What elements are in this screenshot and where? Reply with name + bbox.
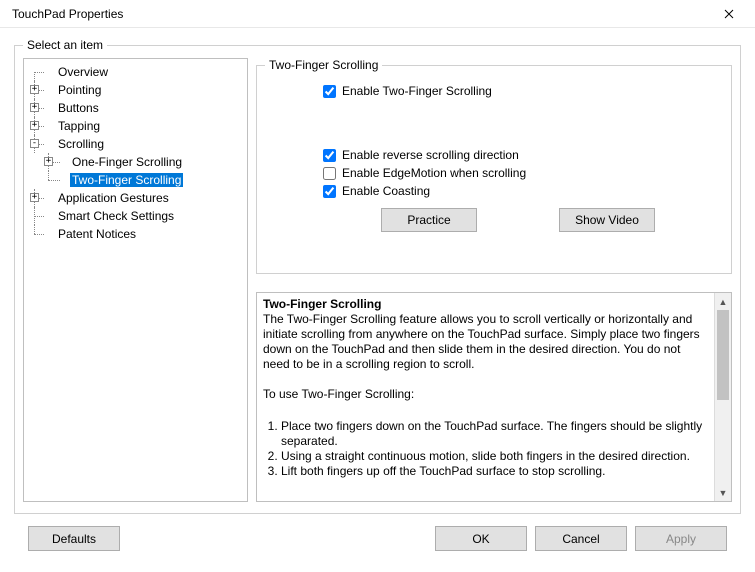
- close-icon: [724, 9, 734, 19]
- titlebar: TouchPad Properties: [0, 0, 755, 28]
- enable-two-finger-label: Enable Two-Finger Scrolling: [342, 84, 492, 98]
- tree-item[interactable]: Two-Finger Scrolling: [26, 171, 245, 189]
- tree-item-label[interactable]: Application Gestures: [56, 191, 171, 205]
- tree-item-label[interactable]: Patent Notices: [56, 227, 138, 241]
- edgemotion-input[interactable]: [323, 167, 336, 180]
- defaults-button[interactable]: Defaults: [28, 526, 120, 551]
- tree-item[interactable]: + Buttons: [26, 99, 245, 117]
- window-title: TouchPad Properties: [12, 7, 123, 21]
- description-step: Place two fingers down on the TouchPad s…: [281, 419, 708, 449]
- item-tree[interactable]: Overview + Pointing + Buttons + Tapping - Scroll…: [23, 58, 248, 502]
- description-intro: The Two-Finger Scrolling feature allows …: [263, 312, 708, 372]
- tree-item-label[interactable]: Buttons: [56, 101, 101, 115]
- dialog-button-bar: Defaults OK Cancel Apply: [14, 524, 741, 551]
- show-video-button[interactable]: Show Video: [559, 208, 655, 232]
- collapse-icon[interactable]: -: [30, 139, 39, 148]
- tree-item[interactable]: + Application Gestures: [26, 189, 245, 207]
- close-button[interactable]: [709, 2, 749, 26]
- practice-button[interactable]: Practice: [381, 208, 477, 232]
- description-howto-heading: To use Two-Finger Scrolling:: [263, 387, 708, 402]
- tree-item[interactable]: Patent Notices: [26, 225, 245, 243]
- description-step: Lift both fingers up off the TouchPad su…: [281, 464, 708, 479]
- tree-item[interactable]: - Scrolling: [26, 135, 245, 153]
- reverse-scrolling-label: Enable reverse scrolling direction: [342, 148, 519, 162]
- tree-item[interactable]: Overview: [26, 63, 245, 81]
- enable-two-finger-checkbox[interactable]: Enable Two-Finger Scrolling: [323, 84, 713, 98]
- tree-item-label[interactable]: Pointing: [56, 83, 103, 97]
- edgemotion-label: Enable EdgeMotion when scrolling: [342, 166, 526, 180]
- scroll-thumb[interactable]: [717, 310, 729, 400]
- expand-icon[interactable]: +: [44, 157, 53, 166]
- reverse-scrolling-input[interactable]: [323, 149, 336, 162]
- reverse-scrolling-checkbox[interactable]: Enable reverse scrolling direction: [323, 148, 713, 162]
- description-steps: Place two fingers down on the TouchPad s…: [263, 419, 708, 479]
- settings-legend: Two-Finger Scrolling: [265, 58, 382, 72]
- tree-item[interactable]: + Pointing: [26, 81, 245, 99]
- description-title: Two-Finger Scrolling: [263, 297, 708, 312]
- select-item-group: Select an item Overview + Pointing + Buttons…: [14, 38, 741, 514]
- tree-item-label[interactable]: One-Finger Scrolling: [70, 155, 184, 169]
- cancel-button[interactable]: Cancel: [535, 526, 627, 551]
- settings-group: Two-Finger Scrolling Enable Two-Finger S…: [256, 58, 732, 274]
- scroll-track[interactable]: [715, 310, 731, 484]
- tree-item[interactable]: Smart Check Settings: [26, 207, 245, 225]
- edgemotion-checkbox[interactable]: Enable EdgeMotion when scrolling: [323, 166, 713, 180]
- tree-item[interactable]: + One-Finger Scrolling: [26, 153, 245, 171]
- scroll-down-arrow-icon[interactable]: ▼: [715, 484, 731, 501]
- coasting-input[interactable]: [323, 185, 336, 198]
- enable-two-finger-input[interactable]: [323, 85, 336, 98]
- tree-item-label[interactable]: Overview: [56, 65, 110, 79]
- scroll-up-arrow-icon[interactable]: ▲: [715, 293, 731, 310]
- expand-icon[interactable]: +: [30, 85, 39, 94]
- description-panel: Two-Finger Scrolling The Two-Finger Scro…: [256, 292, 732, 502]
- expand-icon[interactable]: +: [30, 193, 39, 202]
- apply-button[interactable]: Apply: [635, 526, 727, 551]
- coasting-checkbox[interactable]: Enable Coasting: [323, 184, 713, 198]
- expand-icon[interactable]: +: [30, 121, 39, 130]
- tree-item-label[interactable]: Scrolling: [56, 137, 106, 151]
- expand-icon[interactable]: +: [30, 103, 39, 112]
- ok-button[interactable]: OK: [435, 526, 527, 551]
- tree-item-label[interactable]: Smart Check Settings: [56, 209, 176, 223]
- coasting-label: Enable Coasting: [342, 184, 430, 198]
- description-scrollbar[interactable]: ▲ ▼: [714, 293, 731, 501]
- tree-item-label[interactable]: Two-Finger Scrolling: [70, 173, 183, 187]
- tree-item-label[interactable]: Tapping: [56, 119, 102, 133]
- tree-item[interactable]: + Tapping: [26, 117, 245, 135]
- select-item-legend: Select an item: [23, 38, 107, 52]
- description-step: Using a straight continuous motion, slid…: [281, 449, 708, 464]
